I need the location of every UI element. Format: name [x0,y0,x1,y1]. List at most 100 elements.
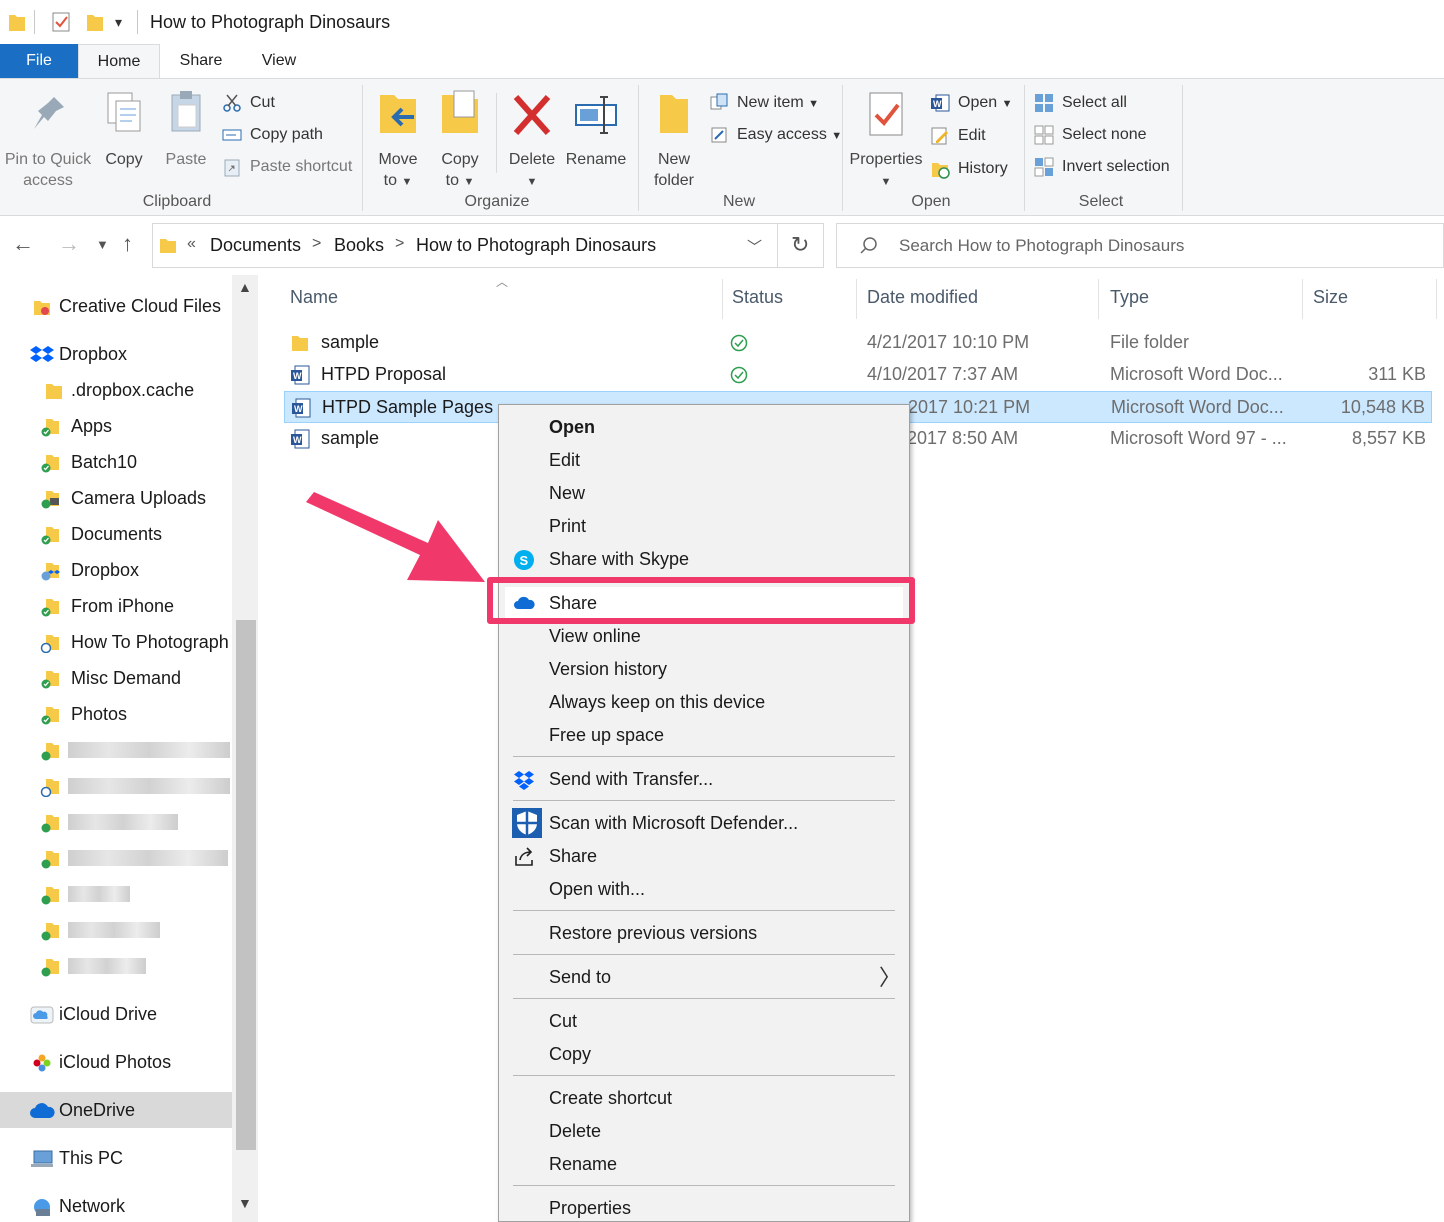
menu-item-version-history[interactable]: Version history [499,653,909,686]
menu-item-rename[interactable]: Rename [499,1148,909,1181]
tab-share[interactable]: Share [166,44,236,78]
nav-item-redacted[interactable] [0,768,232,804]
address-history-chevron-icon[interactable]: ﹀ [747,236,762,257]
column-header-size[interactable]: Size [1313,287,1348,308]
menu-item-always-keep[interactable]: Always keep on this device [499,686,909,719]
column-header-date-modified[interactable]: Date modified [867,287,978,308]
nav-item-redacted[interactable] [0,732,232,768]
breadcrumb-documents[interactable]: Documents [210,235,301,256]
menu-item-open[interactable]: Open [499,411,909,444]
new-folder-button[interactable]: New folder [646,87,702,191]
invert-selection-button[interactable]: Invert selection [1034,153,1170,181]
nav-item-dropbox-cache[interactable]: .dropbox.cache [0,372,232,408]
file-row[interactable]: sample 4/21/2017 10:10 PM File folder [284,327,1432,359]
tab-file[interactable]: File [0,44,78,78]
edit-button[interactable]: Edit [930,122,986,150]
nav-item-dropbox[interactable]: Dropbox [0,336,232,372]
move-to-button[interactable]: Move to ▼ [372,87,424,193]
copy-to-button[interactable]: Copy to ▼ [434,87,486,193]
menu-item-send-with-transfer[interactable]: Send with Transfer... [499,763,909,796]
scroll-down-icon[interactable]: ▼ [238,1195,252,1211]
properties-button[interactable]: Properties ▼ [848,87,924,193]
column-divider[interactable] [722,279,723,319]
nav-item-redacted[interactable] [0,948,232,984]
menu-item-send-to[interactable]: Send to 〉 [499,961,909,994]
copy-button[interactable]: Copy [98,87,150,170]
nav-item-icloud-photos[interactable]: iCloud Photos [0,1044,232,1080]
forward-arrow-icon[interactable]: → [58,231,80,257]
tab-home[interactable]: Home [78,44,160,78]
nav-item-apps[interactable]: Apps [0,408,232,444]
pin-to-quick-access-button[interactable]: Pin to Quick access [4,87,92,191]
paste-shortcut-button[interactable]: Paste shortcut [222,153,352,181]
cut-button[interactable]: Cut [222,89,275,117]
menu-item-scan-defender[interactable]: Scan with Microsoft Defender... [499,807,909,840]
select-none-button[interactable]: Select none [1034,121,1147,149]
menu-item-copy[interactable]: Copy [499,1038,909,1071]
nav-item-from-iphone[interactable]: From iPhone [0,588,232,624]
tab-view[interactable]: View [246,44,312,78]
nav-item-creative-cloud-files[interactable]: Creative Cloud Files [0,288,232,324]
nav-item-redacted[interactable] [0,912,232,948]
refresh-icon[interactable]: ↻ [791,232,809,258]
customize-quick-access-icon[interactable]: ▾ [115,14,122,31]
breadcrumb-current-folder[interactable]: How to Photograph Dinosaurs [416,235,656,256]
nav-item-dropbox-folder[interactable]: Dropbox [0,552,232,588]
column-divider[interactable] [1302,279,1303,319]
nav-item-onedrive[interactable]: OneDrive [0,1092,232,1128]
back-arrow-icon[interactable]: ← [12,231,34,257]
menu-item-create-shortcut[interactable]: Create shortcut [499,1082,909,1115]
nav-item-redacted[interactable] [0,876,232,912]
menu-item-share[interactable]: Share [499,840,909,873]
recent-locations-icon[interactable]: ▼ [96,237,109,252]
copy-path-button[interactable]: Copy path [222,121,323,149]
menu-item-share-with-skype[interactable]: S Share with Skype [499,543,909,576]
menu-item-cut[interactable]: Cut [499,1005,909,1038]
breadcrumb-separator[interactable]: > [395,235,404,253]
nav-item-icloud-drive[interactable]: iCloud Drive [0,996,232,1032]
file-row[interactable]: W HTPD Proposal 4/10/2017 7:37 AM Micros… [284,359,1432,391]
menu-item-free-up-space[interactable]: Free up space [499,719,909,752]
nav-item-misc-demand[interactable]: Misc Demand [0,660,232,696]
nav-item-camera-uploads[interactable]: Camera Uploads [0,480,232,516]
easy-access-button[interactable]: Easy access ▼ [709,121,842,149]
menu-item-edit[interactable]: Edit [499,444,909,477]
search-box[interactable]: Search How to Photograph Dinosaurs [836,223,1444,268]
nav-item-how-to-photograph[interactable]: How To Photograph [0,624,232,660]
nav-item-redacted[interactable] [0,840,232,876]
column-header-status[interactable]: Status [732,287,783,308]
nav-item-photos[interactable]: Photos [0,696,232,732]
column-divider[interactable] [1436,279,1437,319]
breadcrumb-separator[interactable]: > [312,235,321,253]
new-folder-icon[interactable] [84,10,106,34]
overflow-icon[interactable]: « [187,235,196,253]
menu-item-print[interactable]: Print [499,510,909,543]
history-button[interactable]: History [930,155,1008,183]
column-header-type[interactable]: Type [1110,287,1149,308]
nav-item-batch10[interactable]: Batch10 [0,444,232,480]
open-button[interactable]: W Open ▼ [930,89,1012,117]
menu-item-delete[interactable]: Delete [499,1115,909,1148]
nav-item-this-pc[interactable]: This PC [0,1140,232,1176]
menu-item-view-online[interactable]: View online [499,620,909,653]
select-all-button[interactable]: Select all [1034,89,1127,117]
column-header-name[interactable]: Name [290,287,338,308]
nav-item-network[interactable]: Network [0,1188,232,1222]
column-divider[interactable] [1098,279,1099,319]
menu-item-properties[interactable]: Properties [499,1192,909,1222]
new-item-button[interactable]: New item ▼ [709,89,819,117]
properties-check-icon[interactable] [50,10,72,34]
delete-button[interactable]: Delete ▼ [504,87,560,193]
address-bar[interactable]: « Documents > Books > How to Photograph … [152,223,824,268]
nav-scrollbar-thumb[interactable] [236,620,256,1150]
nav-item-redacted[interactable] [0,804,232,840]
menu-item-new[interactable]: New [499,477,909,510]
breadcrumb-books[interactable]: Books [334,235,384,256]
column-divider[interactable] [856,279,857,319]
up-arrow-icon[interactable]: ↑ [122,231,133,257]
menu-item-restore-previous-versions[interactable]: Restore previous versions [499,917,909,950]
menu-item-open-with[interactable]: Open with... [499,873,909,906]
paste-button[interactable]: Paste [160,87,212,170]
scroll-up-icon[interactable]: ▲ [238,279,252,295]
rename-button[interactable]: Rename [564,87,628,170]
